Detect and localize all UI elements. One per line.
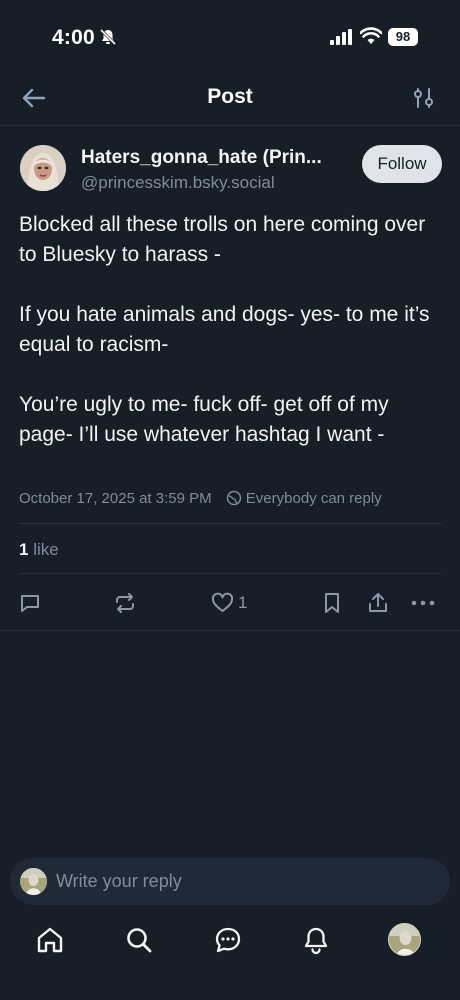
share-icon	[369, 593, 387, 612]
reply-placeholder: Write your reply	[56, 871, 182, 891]
sliders-icon	[414, 88, 433, 108]
bookmark-button[interactable]	[321, 589, 343, 617]
repost-button[interactable]	[113, 589, 137, 617]
thread-settings-button[interactable]	[410, 84, 438, 112]
bottom-tab-bar	[0, 915, 460, 965]
divider	[19, 573, 442, 574]
divider	[19, 523, 442, 524]
author-handle[interactable]: @princesskim.bsky.social	[81, 173, 275, 193]
user-avatar	[20, 868, 47, 895]
battery-indicator: 98	[388, 28, 418, 46]
reply-permission[interactable]: Everybody can reply	[226, 490, 382, 507]
arrow-left-icon	[22, 88, 46, 108]
likes-label: like	[33, 540, 59, 559]
post-timestamp: October 17, 2025 at 3:59 PM	[19, 490, 212, 507]
home-icon	[37, 927, 63, 953]
divider	[0, 630, 460, 631]
chat-icon	[215, 927, 241, 953]
author-avatar[interactable]	[20, 145, 66, 191]
globe-icon	[226, 490, 242, 506]
like-count: 1	[238, 593, 248, 612]
heart-icon	[211, 592, 234, 612]
tab-chat[interactable]	[211, 923, 245, 957]
post-paragraph: Blocked all these trolls on here coming …	[19, 213, 426, 266]
reply-button[interactable]	[18, 589, 42, 617]
author-display-name[interactable]: Haters_gonna_hate (Prin...	[81, 147, 349, 169]
post-actions: 1	[0, 589, 460, 617]
ellipsis-icon	[411, 600, 435, 606]
share-button[interactable]	[366, 589, 390, 617]
cellular-signal-icon	[330, 29, 352, 50]
post-header: Post	[0, 70, 460, 126]
post-meta: October 17, 2025 at 3:59 PM Everybody ca…	[19, 490, 382, 507]
more-options-button[interactable]	[410, 589, 436, 617]
tab-notifications[interactable]	[299, 923, 333, 957]
status-bar: 4:00 98	[0, 0, 460, 70]
reply-composer[interactable]: Write your reply	[10, 858, 450, 905]
post-paragraph: If you hate animals and dogs- yes- to me…	[19, 303, 430, 356]
post-text: Blocked all these trolls on here coming …	[19, 210, 444, 450]
post-paragraph: You’re ugly to me- fuck off- get off of …	[19, 393, 389, 446]
search-icon	[127, 928, 152, 953]
wifi-icon	[359, 27, 383, 50]
tab-home[interactable]	[33, 923, 67, 957]
page-title: Post	[207, 85, 253, 108]
silent-bell-icon	[99, 28, 117, 51]
back-button[interactable]	[20, 84, 48, 112]
bookmark-icon	[325, 593, 339, 613]
tab-search[interactable]	[122, 923, 156, 957]
like-button[interactable]: 1	[210, 589, 247, 617]
likes-count[interactable]: 1 like	[19, 540, 59, 560]
tab-profile-avatar[interactable]	[388, 923, 421, 956]
follow-button[interactable]: Follow	[362, 145, 442, 183]
reply-permission-label: Everybody can reply	[245, 490, 382, 507]
bell-icon	[304, 927, 328, 955]
comment-icon	[21, 595, 39, 612]
likes-number: 1	[19, 540, 29, 559]
repost-icon	[116, 593, 134, 613]
status-time: 4:00	[52, 26, 95, 49]
